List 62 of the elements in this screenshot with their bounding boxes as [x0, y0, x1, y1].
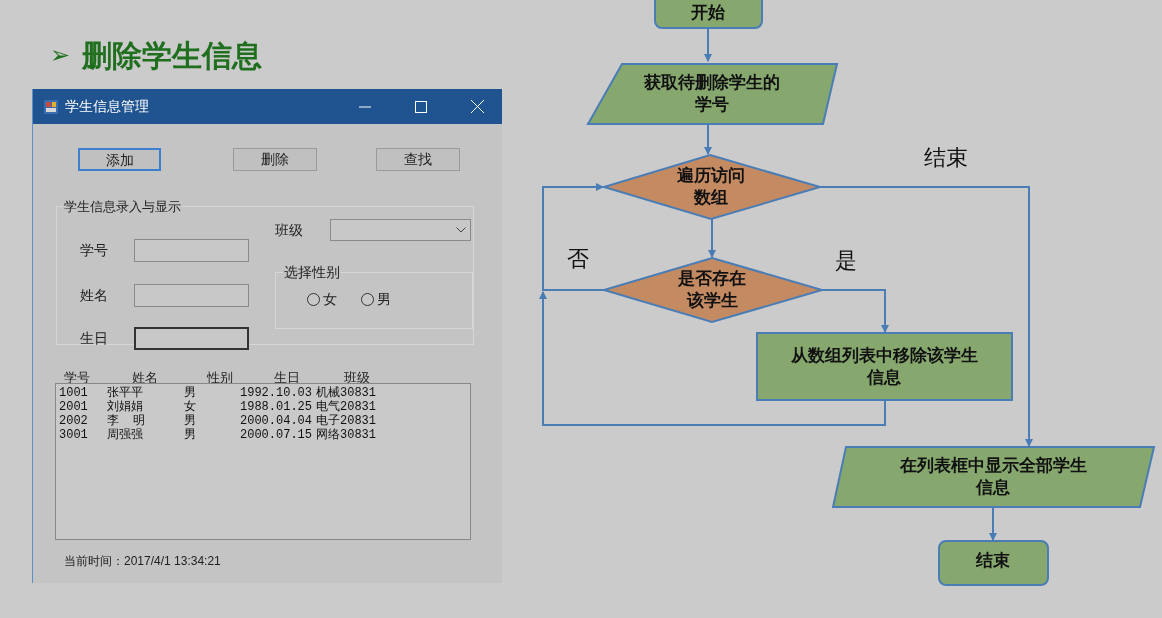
edge-label: 否 [567, 244, 589, 273]
list-cell: 男 [184, 428, 196, 442]
list-cell: 3001 [59, 428, 88, 442]
slide-title: 删除学生信息 [82, 37, 262, 74]
button[interactable]: 查找 [376, 148, 460, 171]
list-cell: 1992.10.03 [240, 386, 312, 400]
column-header: 班级 [344, 370, 370, 385]
list-cell: 机械30831 [316, 386, 376, 400]
bullet-arrow: ➢ [50, 40, 70, 70]
list-cell: 2000.07.15 [240, 428, 312, 442]
list-cell: 张平平 [107, 386, 143, 400]
node-label: 结束 [976, 550, 1010, 572]
node-label: 遍历访问数组 [676, 165, 746, 209]
input-field[interactable] [134, 326, 249, 350]
node-label: 从数组列表中移除该学生信息 [789, 345, 979, 389]
node-label: 获取待删除学生的学号 [643, 72, 781, 116]
list-cell: 刘娟娟 [107, 400, 143, 414]
column-header: 姓名 [132, 370, 158, 385]
node-label: 在列表框中显示全部学生信息 [898, 455, 1088, 499]
maximize-icon[interactable] [415, 100, 427, 113]
list-cell: 2001 [59, 400, 88, 414]
node-label: 是否存在该学生 [677, 268, 747, 312]
list-cell: 电气20831 [316, 400, 376, 414]
list-cell: 李 明 [107, 414, 146, 428]
close-icon[interactable] [471, 100, 484, 113]
window-title: 学生信息管理 [65, 97, 149, 116]
class-dropdown[interactable] [330, 219, 471, 241]
column-header: 性别 [207, 370, 233, 385]
field-label: 姓名 [80, 285, 109, 305]
connector-arrow [708, 218, 716, 258]
column-header: 生日 [274, 370, 300, 385]
list-cell: 网络30831 [316, 428, 376, 442]
list-cell: 周强强 [107, 428, 143, 442]
chevron-down-icon [456, 227, 466, 233]
list-cell: 男 [184, 386, 196, 400]
connector-arrow [704, 27, 712, 62]
connector-arrow [704, 123, 712, 155]
list-cell: 电子20831 [316, 414, 376, 428]
button[interactable]: 添加 [78, 148, 161, 171]
group-title: 选择性别 [283, 262, 341, 282]
list-cell: 女 [184, 400, 196, 414]
edge-label: 是 [835, 246, 857, 275]
field-label: 学号 [80, 240, 109, 260]
list-box[interactable]: 1001 张平平 男 1992.10.03 机械30831 2001 刘娟娟 女 1988.01.25 电气20831 2002 李 明 男 2000.04.04 电子20831 3001 周强强 男 2000.07.15 网络30831 [55, 383, 471, 540]
input-field[interactable] [134, 238, 249, 262]
radio-option[interactable]: 女 [307, 288, 337, 310]
edge-label: 结束 [924, 143, 968, 172]
list-cell: 2002 [59, 414, 88, 428]
list-cell: 1988.01.25 [240, 400, 312, 414]
group-title: 学生信息录入与显示 [63, 198, 182, 216]
field-label: 生日 [80, 328, 109, 348]
list-cell: 男 [184, 414, 196, 428]
list-cell: 1001 [59, 386, 88, 400]
radio-option[interactable]: 男 [361, 288, 391, 310]
input-field[interactable] [134, 283, 249, 307]
app-icon [43, 98, 59, 115]
node-label: 开始 [691, 2, 725, 24]
status-text: 当前时间：2017/4/1 13:34:21 [64, 553, 221, 570]
field-label: 班级 [275, 220, 304, 240]
connector-arrow [989, 506, 997, 541]
list-cell: 2000.04.04 [240, 414, 312, 428]
button[interactable]: 删除 [233, 148, 317, 171]
